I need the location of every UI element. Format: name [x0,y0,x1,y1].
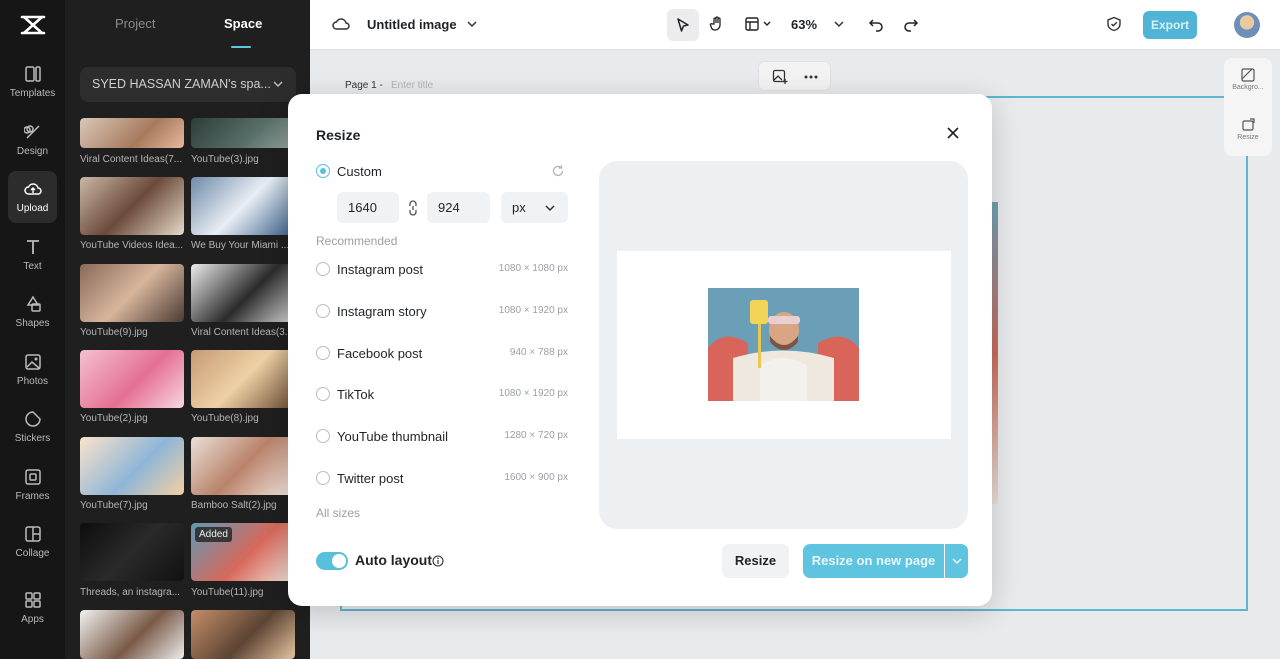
option-label[interactable]: Twitter post [337,471,403,486]
resize-preview [599,161,968,529]
option-label[interactable]: Instagram post [337,262,423,277]
option-label[interactable]: YouTube thumbnail [337,429,448,444]
option-size: 1080 × 1080 px [498,263,568,274]
resize-options-dropdown[interactable] [945,544,968,578]
option-size: 940 × 788 px [509,347,568,358]
auto-layout-toggle[interactable] [316,552,348,570]
tiktok-radio[interactable] [316,387,330,401]
option-size: 1080 × 1920 px [498,305,568,316]
option-size: 1080 × 1920 px [498,388,568,399]
height-value: 924 [438,200,460,215]
preview-canvas [617,251,951,439]
option-label[interactable]: Facebook post [337,346,422,361]
resize-dialog: Resize Custom 1640 924 px Recommended In… [288,94,992,606]
width-input[interactable]: 1640 [337,192,399,223]
instagram-story-radio[interactable] [316,304,330,318]
option-label[interactable]: Instagram story [337,304,427,319]
chevron-down-icon [545,205,555,212]
all-sizes-link[interactable]: All sizes [316,506,360,520]
instagram-post-radio[interactable] [316,262,330,276]
info-icon[interactable] [432,555,444,567]
close-icon[interactable] [944,124,962,142]
height-input[interactable]: 924 [427,192,490,223]
resize-on-new-page-button[interactable]: Resize on new page [803,544,944,578]
custom-label: Custom [337,164,382,179]
resize-button[interactable]: Resize [722,544,789,578]
aspect-lock-icon[interactable] [407,200,419,216]
dialog-title: Resize [316,127,361,143]
unit-select[interactable]: px [501,192,568,223]
auto-layout-label: Auto layout [355,552,432,568]
reset-icon[interactable] [551,164,565,178]
option-label[interactable]: TikTok [337,387,374,402]
unit-value: px [512,200,526,215]
custom-radio[interactable] [316,164,330,178]
width-value: 1640 [348,200,377,215]
twitter-post-radio[interactable] [316,471,330,485]
preview-image [708,288,859,401]
option-size: 1600 × 900 px [504,472,568,483]
chevron-down-icon [951,558,962,565]
recommended-label: Recommended [316,234,398,248]
youtube-thumbnail-radio[interactable] [316,429,330,443]
facebook-post-radio[interactable] [316,346,330,360]
option-size: 1280 × 720 px [504,430,568,441]
